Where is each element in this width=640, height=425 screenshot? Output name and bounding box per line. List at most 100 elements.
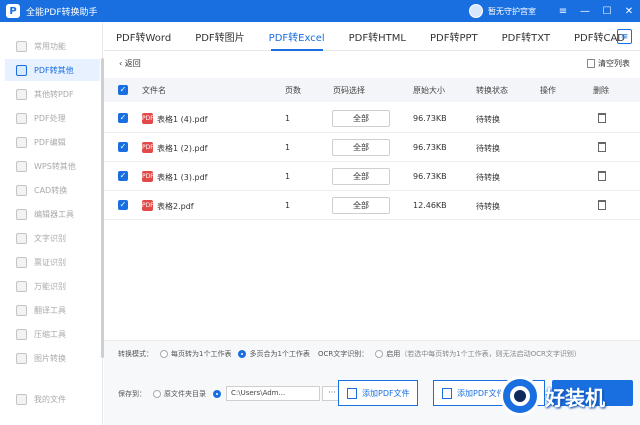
convert-mode-label: 转换模式： [118, 350, 153, 358]
add-pdf-file-button[interactable]: 添加PDF文件 [338, 380, 418, 406]
grid-icon [16, 40, 27, 52]
watermark-text: 好装机 [545, 385, 605, 410]
minimize-icon[interactable]: — [574, 0, 596, 22]
tab-pdf-to-word[interactable]: PDF转Word [104, 22, 183, 51]
sidebar-item-pdf-edit[interactable]: PDF编辑 [5, 131, 100, 153]
close-icon[interactable]: ✕ [618, 0, 640, 22]
column-header-status: 转换状态 [476, 86, 508, 95]
save-to-label: 保存到： [118, 389, 146, 398]
row-checkbox[interactable]: ✓ [118, 200, 128, 210]
radio-each-page-sheet[interactable] [160, 350, 168, 358]
radio-source-folder[interactable] [153, 389, 161, 398]
menu-icon[interactable]: ≡ [552, 0, 574, 22]
tab-pdf-to-html[interactable]: PDF转HTML [337, 22, 418, 51]
convert-status: 待转换 [476, 144, 500, 153]
column-header-filename: 文件名 [142, 86, 166, 95]
sidebar-item-pdf-process[interactable]: PDF处理 [5, 107, 100, 129]
trash-icon[interactable] [598, 171, 606, 181]
tab-menu-icon[interactable]: ≡ [617, 29, 632, 44]
tab-pdf-to-image[interactable]: PDF转图片 [183, 22, 256, 51]
user-name[interactable]: 暂无守护宫室 [488, 6, 536, 17]
sidebar-item-ocr[interactable]: 文字识别 [5, 227, 100, 249]
sidebar-item-label: WPS转其他 [34, 161, 76, 171]
sidebar-item-label: 万能识别 [34, 281, 66, 291]
page-select-button[interactable]: 全部 [332, 110, 390, 127]
column-header-action: 操作 [540, 86, 556, 95]
back-label: 返回 [124, 59, 141, 68]
sidebar-item-label: 常用功能 [34, 41, 66, 51]
tab-pdf-to-excel[interactable]: PDF转Excel [257, 22, 337, 51]
pdf-convert-icon [16, 64, 27, 76]
ticket-icon [16, 256, 27, 268]
watermark-logo-icon [500, 376, 540, 416]
ocr-label: OCR文字识别： [317, 350, 369, 358]
add-pdf-file-label: 添加PDF文件 [362, 388, 410, 398]
back-button[interactable]: ‹ 返回 [119, 58, 141, 69]
radio-source-folder-label[interactable]: 原文件夹目录 [164, 389, 206, 399]
radio-ocr-enable-label[interactable]: 启用 [386, 349, 400, 359]
sidebar-item-label: 文字识别 [34, 233, 66, 243]
page-select-button[interactable]: 全部 [332, 197, 390, 214]
radio-custom-path[interactable] [213, 389, 221, 398]
clear-list-button[interactable]: 清空列表 [587, 58, 630, 69]
page-select-button[interactable]: 全部 [332, 168, 390, 185]
select-all-checkbox[interactable]: ✓ [118, 85, 128, 95]
pdf-file-icon: PDF [142, 142, 154, 153]
column-header-pages: 页数 [285, 86, 301, 95]
clear-list-icon [587, 59, 595, 68]
tab-pdf-to-txt[interactable]: PDF转TXT [490, 22, 562, 51]
sidebar-item-scan[interactable]: 万能识别 [5, 275, 100, 297]
page-count: 1 [285, 172, 291, 181]
file-name: 表格1 (4).pdf [157, 115, 208, 124]
convert-status: 待转换 [476, 115, 500, 124]
trash-icon[interactable] [598, 113, 606, 123]
save-path-field[interactable]: C:\Users\Adm... [226, 386, 320, 401]
tab-bar: PDF转Word PDF转图片 PDF转Excel PDF转HTML PDF转P… [104, 22, 640, 51]
radio-merge-pages-sheet[interactable] [238, 350, 247, 358]
radio-ocr-enable[interactable] [375, 350, 384, 358]
table-row: ✓ PDF 表格1 (3).pdf 1 全部 96.73KB 待转换 [104, 162, 640, 191]
wps-icon [16, 160, 27, 172]
sidebar-item-pdf-to-other[interactable]: PDF转其他 [5, 59, 100, 81]
trash-icon[interactable] [598, 142, 606, 152]
add-file-icon [347, 387, 357, 399]
trash-icon[interactable] [598, 200, 606, 210]
sidebar-item-ticket[interactable]: 票证识别 [5, 251, 100, 273]
file-size: 12.46KB [413, 201, 447, 210]
radio-each-page-sheet-label[interactable]: 每页转为1个工作表 [171, 349, 231, 359]
sidebar-item-wps[interactable]: WPS转其他 [5, 155, 100, 177]
sidebar-item-cad[interactable]: CAD转换 [5, 179, 100, 201]
sidebar-item-my-files[interactable]: 我的文件 [5, 388, 100, 410]
table-row: ✓ PDF 表格2.pdf 1 全部 12.46KB 待转换 [104, 191, 640, 220]
row-checkbox[interactable]: ✓ [118, 171, 128, 181]
page-select-button[interactable]: 全部 [332, 139, 390, 156]
sidebar-item-label: 图片转换 [34, 353, 66, 363]
pdf-file-icon: PDF [142, 171, 154, 182]
sidebar-item-label: 压缩工具 [34, 329, 66, 339]
file-name: 表格1 (2).pdf [157, 144, 208, 153]
add-folder-icon [442, 387, 452, 399]
sidebar-item-other-to-pdf[interactable]: 其他转PDF [5, 83, 100, 105]
tab-pdf-to-ppt[interactable]: PDF转PPT [418, 22, 490, 51]
save-to-row: 保存到： 原文件夹目录 C:\Users\Adm... ··· [118, 386, 342, 401]
file-name: 表格2.pdf [157, 202, 194, 211]
clear-list-label: 清空列表 [598, 59, 630, 68]
maximize-icon[interactable]: ☐ [596, 0, 618, 22]
file-size: 96.73KB [413, 172, 447, 181]
convert-status: 待转换 [476, 173, 500, 182]
app-logo-icon: P [6, 4, 20, 18]
avatar[interactable] [469, 4, 483, 18]
table-row: ✓ PDF 表格1 (2).pdf 1 全部 96.73KB 待转换 [104, 133, 640, 162]
row-checkbox[interactable]: ✓ [118, 113, 128, 123]
sidebar-item-translate[interactable]: 翻译工具 [5, 299, 100, 321]
sidebar-item-editor[interactable]: 编辑器工具 [5, 203, 100, 225]
radio-merge-pages-sheet-label[interactable]: 多页合为1个工作表 [249, 349, 309, 359]
sidebar-item-label: 我的文件 [34, 394, 66, 404]
sidebar-item-label: 翻译工具 [34, 305, 66, 315]
folder-icon [16, 393, 27, 405]
sidebar-item-common[interactable]: 常用功能 [5, 35, 100, 57]
sidebar-item-image[interactable]: 图片转换 [5, 347, 100, 369]
row-checkbox[interactable]: ✓ [118, 142, 128, 152]
sidebar-item-compress[interactable]: 压缩工具 [5, 323, 100, 345]
title-bar-right: 暂无守护宫室 ≡ — ☐ ✕ [469, 0, 640, 22]
